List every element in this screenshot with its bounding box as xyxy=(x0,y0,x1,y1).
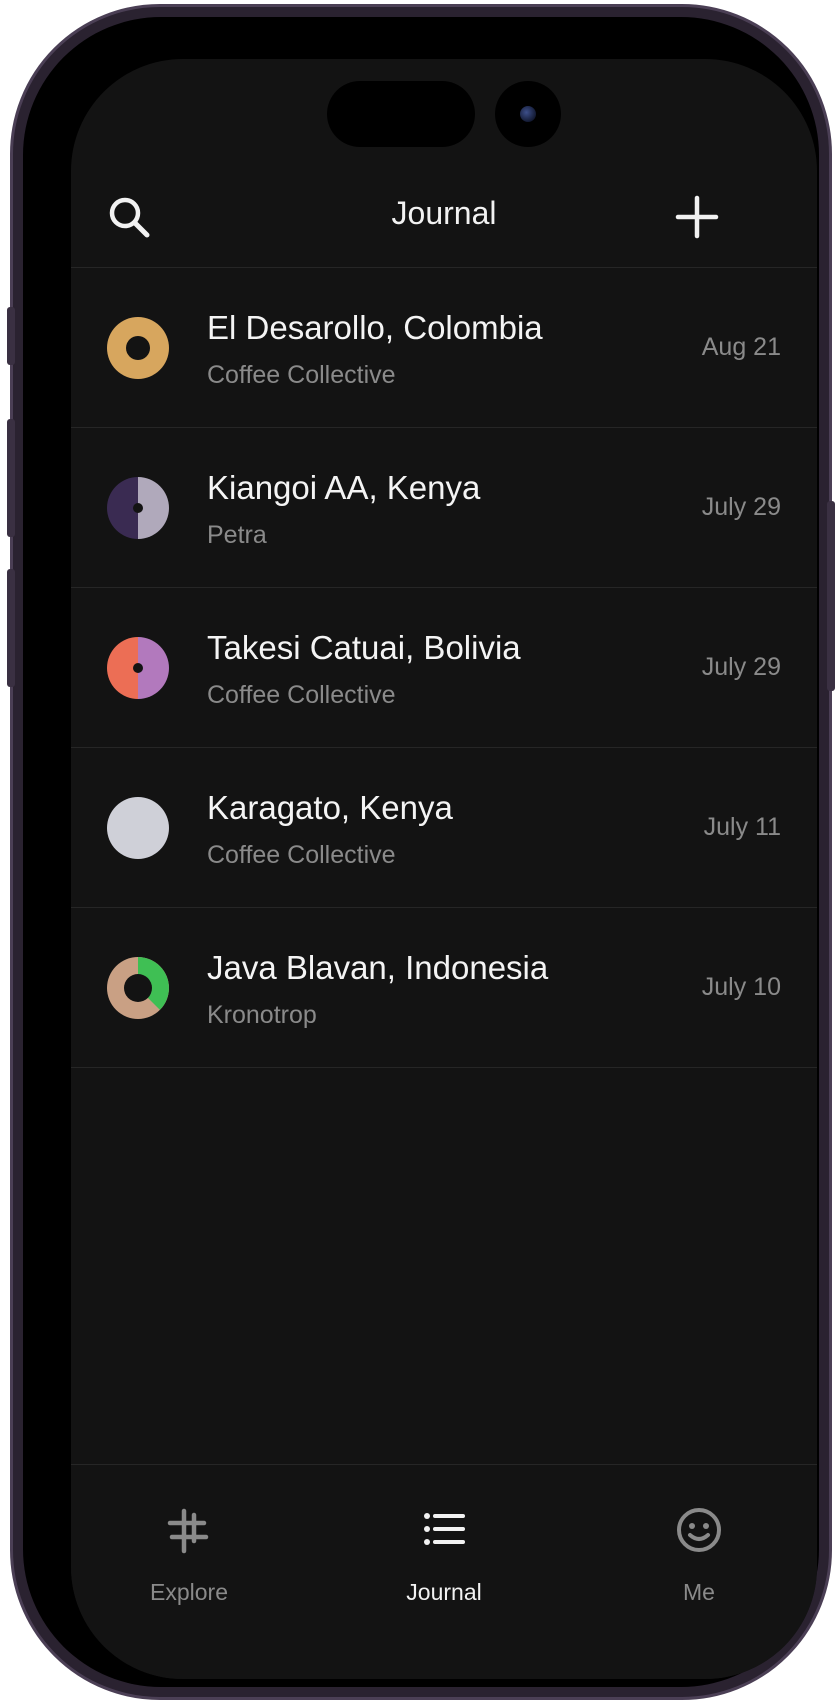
entry-date: July 11 xyxy=(703,813,781,841)
tab-explore[interactable]: Explore xyxy=(99,1505,279,1615)
entry-roaster: Petra xyxy=(207,521,267,549)
action-button xyxy=(7,307,15,365)
entry-roaster: Coffee Collective xyxy=(207,361,396,389)
tab-label: Journal xyxy=(406,1579,482,1605)
entry-title: Karagato, Kenya xyxy=(207,789,453,826)
entry-title: Java Blavan, Indonesia xyxy=(207,949,549,986)
solid-circle-icon xyxy=(107,797,169,859)
entry-date: July 29 xyxy=(701,653,781,681)
list-icon xyxy=(419,1505,469,1555)
ring-gold-icon xyxy=(107,317,169,379)
device-frame: Journal El Desarollo, Colombia Coffee Co… xyxy=(7,4,835,1700)
entry-date: July 10 xyxy=(701,973,781,1001)
tab-journal[interactable]: Journal xyxy=(354,1505,534,1615)
plus-icon[interactable] xyxy=(669,189,725,245)
entry-title: El Desarollo, Colombia xyxy=(207,309,543,346)
bezel: Journal El Desarollo, Colombia Coffee Co… xyxy=(23,17,819,1687)
tab-label: Explore xyxy=(150,1579,228,1605)
explore-icon xyxy=(164,1505,214,1555)
dynamic-island xyxy=(327,81,475,147)
entry-title: Kiangoi AA, Kenya xyxy=(207,469,481,506)
half-split-icon xyxy=(107,477,169,539)
half-split-icon xyxy=(107,637,169,699)
navigation-bar: Journal xyxy=(71,169,817,268)
entry-roaster: Coffee Collective xyxy=(207,841,396,869)
power-button xyxy=(827,501,835,691)
list-item[interactable]: Karagato, Kenya Coffee Collective July 1… xyxy=(71,747,817,908)
smiley-icon xyxy=(674,1505,724,1555)
volume-up-button xyxy=(7,419,15,537)
list-item[interactable]: Takesi Catuai, Bolivia Coffee Collective… xyxy=(71,587,817,748)
app-screen: Journal El Desarollo, Colombia Coffee Co… xyxy=(71,59,817,1679)
list-item[interactable]: El Desarollo, Colombia Coffee Collective… xyxy=(71,267,817,428)
ring-split-icon xyxy=(107,957,169,1019)
tab-me[interactable]: Me xyxy=(609,1505,789,1615)
entry-roaster: Coffee Collective xyxy=(207,681,396,709)
entry-title: Takesi Catuai, Bolivia xyxy=(207,629,521,666)
tab-label: Me xyxy=(683,1579,715,1605)
tab-bar: Explore Journal Me xyxy=(71,1464,817,1679)
entry-date: Aug 21 xyxy=(701,333,781,361)
volume-down-button xyxy=(7,569,15,687)
entry-date: July 29 xyxy=(701,493,781,521)
list-item[interactable]: Java Blavan, Indonesia Kronotrop July 10 xyxy=(71,907,817,1068)
front-camera xyxy=(495,81,561,147)
list-item[interactable]: Kiangoi AA, Kenya Petra July 29 xyxy=(71,427,817,588)
entry-roaster: Kronotrop xyxy=(207,1001,317,1029)
